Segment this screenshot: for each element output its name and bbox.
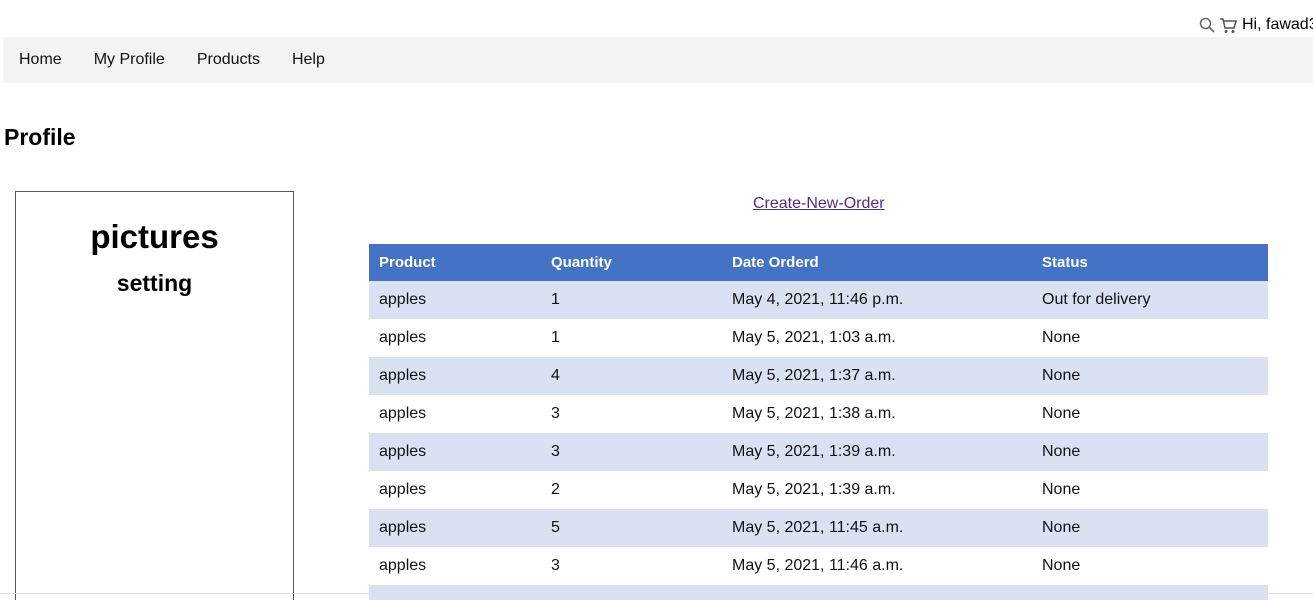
cell-date: May 5, 2021, 11:46 a.m.	[722, 547, 1032, 585]
cell-product: apples	[369, 281, 541, 319]
table-row: apples 1 May 4, 2021, 11:46 p.m. Out for…	[369, 281, 1268, 319]
nav-help[interactable]: Help	[276, 37, 341, 83]
cell-quantity: 4	[541, 357, 722, 395]
cell-status: None	[1032, 395, 1268, 433]
cell-product: apples	[369, 357, 541, 395]
cell-status: None	[1032, 471, 1268, 509]
page: Hi, fawad3 Home My Profile Products Help…	[0, 0, 1313, 600]
cell-quantity: 5	[541, 509, 722, 547]
cell-date: May 5, 2021, 1:39 a.m.	[722, 433, 1032, 471]
column-header-product: Product	[369, 244, 541, 281]
table-row: apples 2 May 5, 2021, 1:39 a.m. None	[369, 471, 1268, 509]
cell-date: May 5, 2021, 1:39 a.m.	[722, 471, 1032, 509]
column-header-date: Date Orderd	[722, 244, 1032, 281]
search-icon[interactable]	[1198, 16, 1216, 34]
cell-status: None	[1032, 509, 1268, 547]
cell-status: Out for delivery	[1032, 281, 1268, 319]
cell-quantity: 3	[541, 395, 722, 433]
cart-icon[interactable]	[1219, 16, 1237, 34]
table-row: apples 3 May 5, 2021, 1:39 a.m. None	[369, 433, 1268, 471]
cell-quantity: 3	[541, 547, 722, 585]
sidebar-setting[interactable]: setting	[16, 270, 293, 297]
cell-quantity: 1	[541, 319, 722, 357]
user-bar: Hi, fawad3	[1198, 16, 1313, 34]
profile-sidebar: pictures setting	[15, 191, 294, 600]
create-new-order-link[interactable]: Create-New-Order	[753, 195, 885, 213]
cell-product: apples	[369, 471, 541, 509]
cell-status: None	[1032, 547, 1268, 585]
table-row: apples 3 May 5, 2021, 11:46 a.m. None	[369, 547, 1268, 585]
scroll-edge-divider	[0, 593, 1313, 594]
cell-quantity: 3	[541, 433, 722, 471]
cell-date: May 5, 2021, 1:38 a.m.	[722, 395, 1032, 433]
cell-status: None	[1032, 433, 1268, 471]
cell-quantity: 2	[541, 471, 722, 509]
cell-product: apples	[369, 547, 541, 585]
cell-product: apples	[369, 433, 541, 471]
table-row: apples 1 May 5, 2021, 1:03 a.m. None	[369, 319, 1268, 357]
cell-product: apples	[369, 395, 541, 433]
column-header-quantity: Quantity	[541, 244, 722, 281]
user-greeting: Hi, fawad3	[1242, 16, 1313, 33]
cell-date: May 5, 2021, 11:45 a.m.	[722, 509, 1032, 547]
cell-status: None	[1032, 319, 1268, 357]
page-title: Profile	[4, 124, 76, 150]
cell-date: May 5, 2021, 1:37 a.m.	[722, 357, 1032, 395]
cell-date: May 5, 2021, 1:03 a.m.	[722, 319, 1032, 357]
nav-my-profile[interactable]: My Profile	[78, 37, 181, 83]
table-row: apples 4 May 5, 2021, 1:37 a.m. None	[369, 357, 1268, 395]
sidebar-pictures[interactable]: pictures	[16, 218, 293, 256]
column-header-status: Status	[1032, 244, 1268, 281]
main-nav: Home My Profile Products Help	[3, 37, 1313, 83]
table-row: apples 3 May 5, 2021, 1:38 a.m. None	[369, 395, 1268, 433]
table-row: apples 5 May 5, 2021, 11:45 a.m. None	[369, 509, 1268, 547]
cell-product: apples	[369, 319, 541, 357]
cell-date: May 4, 2021, 11:46 p.m.	[722, 281, 1032, 319]
cell-status: None	[1032, 357, 1268, 395]
nav-products[interactable]: Products	[181, 37, 276, 83]
cell-product: apples	[369, 509, 541, 547]
table-header-row: Product Quantity Date Orderd Status	[369, 244, 1268, 281]
nav-home[interactable]: Home	[3, 37, 78, 83]
cell-quantity: 1	[541, 281, 722, 319]
orders-table: Product Quantity Date Orderd Status appl…	[369, 244, 1268, 600]
